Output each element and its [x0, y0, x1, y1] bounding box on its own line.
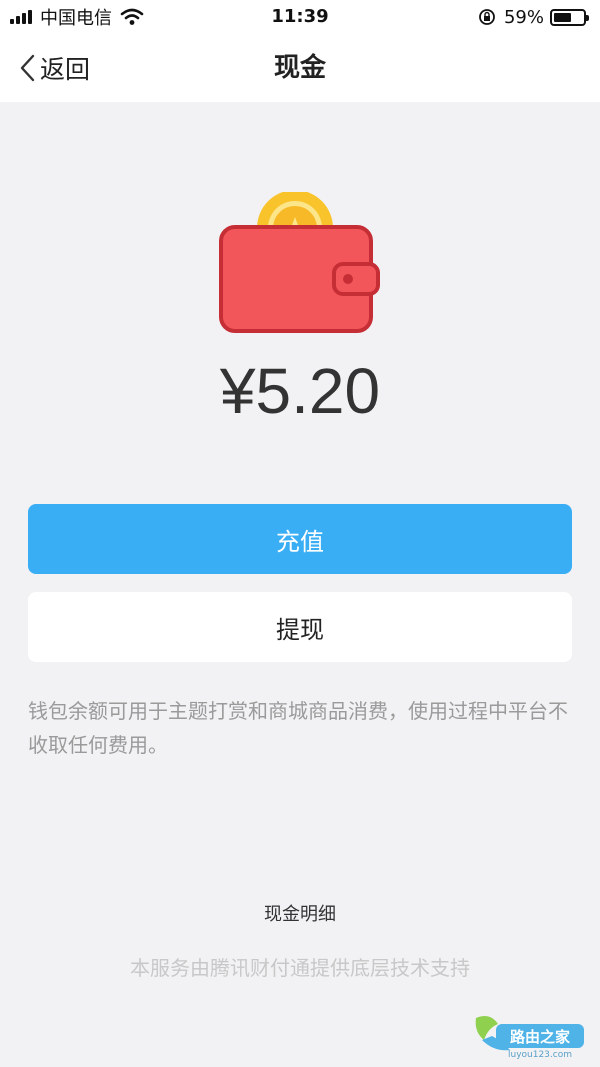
nav-bar: 返回 现金: [0, 34, 600, 102]
support-text: 本服务由腾讯财付通提供底层技术支持: [130, 956, 470, 980]
svg-text:luyou123.com: luyou123.com: [508, 1050, 572, 1060]
svg-text:路由之家: 路由之家: [510, 1028, 570, 1046]
balance-amount: ¥5.20: [219, 355, 381, 427]
cash-detail-link[interactable]: 现金明细: [0, 900, 600, 926]
page-title: 现金: [273, 53, 326, 83]
withdraw-button[interactable]: 提现: [28, 592, 572, 662]
rotation-lock-icon: [479, 9, 495, 25]
status-right: 59%: [478, 6, 589, 28]
recharge-button[interactable]: 充值: [28, 504, 572, 574]
header-area: 中国电信 11:39 59% 返回 现金: [0, 0, 600, 102]
battery-icon: [550, 8, 589, 26]
wallet-icon: [219, 192, 380, 333]
status-bar: 中国电信 11:39 59%: [0, 0, 600, 34]
wallet-note: 钱包余额可用于主题打赏和商城商品消费，使用过程中平台不收取任何费用。: [28, 699, 568, 757]
watermark-logo: 路由之家 luyou123.com: [475, 1016, 584, 1060]
battery-percent: 59%: [503, 6, 544, 28]
